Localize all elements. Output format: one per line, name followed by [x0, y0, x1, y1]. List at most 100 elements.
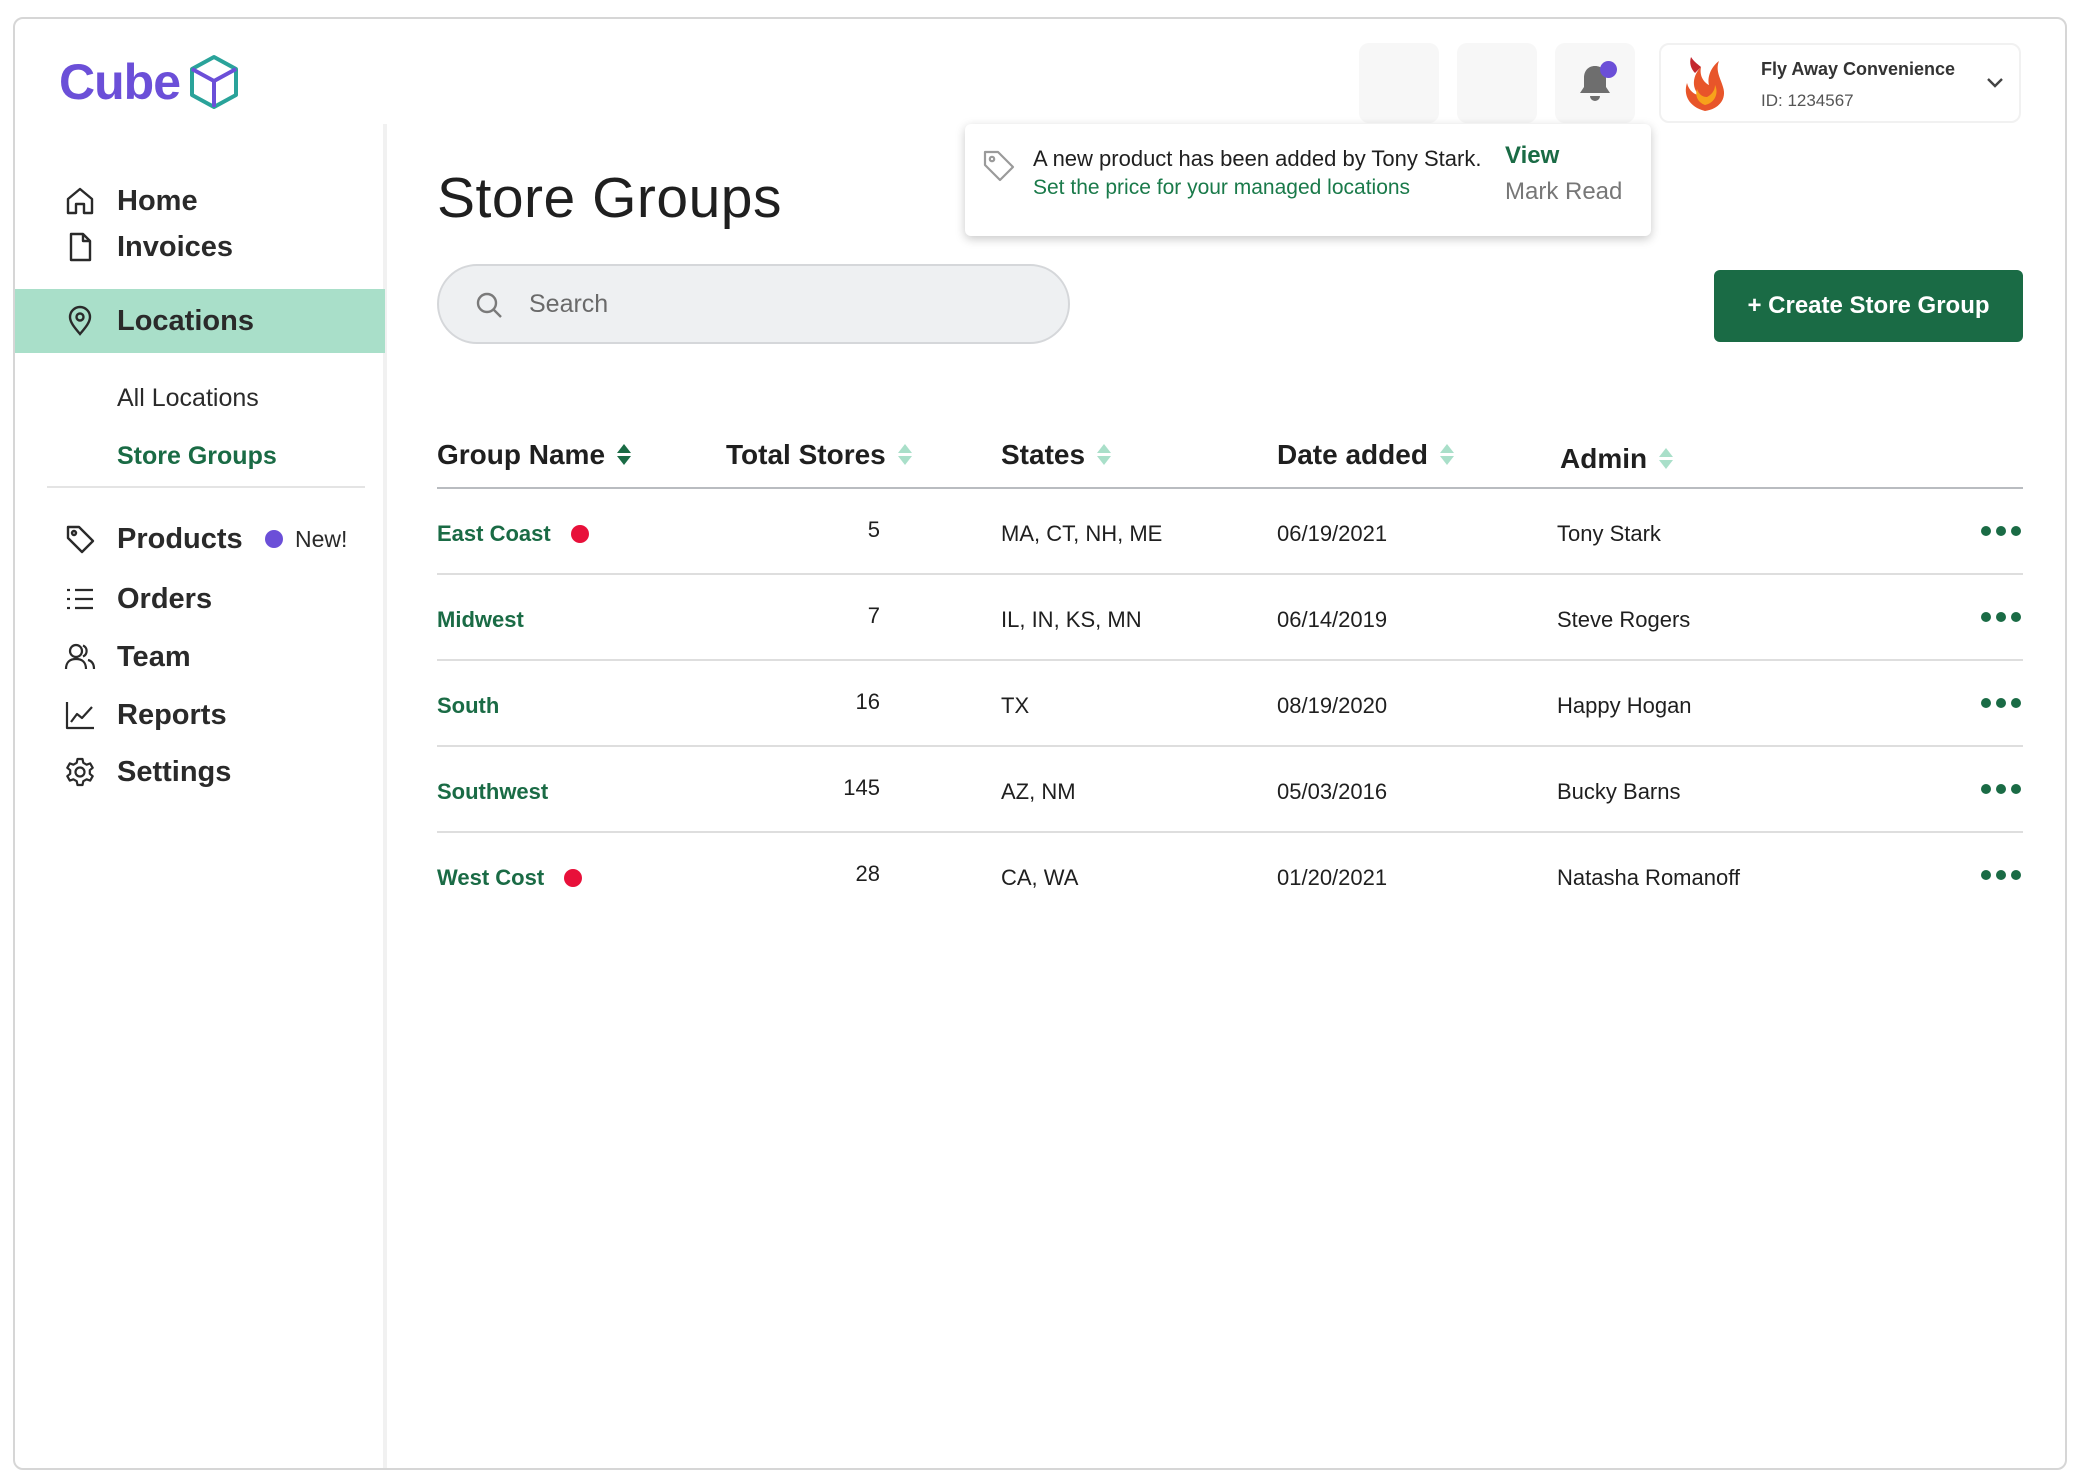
group-name-link[interactable]: West Cost	[437, 865, 544, 891]
more-options-icon[interactable]	[1981, 519, 2023, 543]
more-options-icon[interactable]	[1981, 691, 2023, 715]
flag-dot	[570, 525, 589, 543]
sidebar-item-invoices[interactable]: Invoices	[15, 215, 385, 279]
page-title: Store Groups	[437, 166, 782, 230]
table-row[interactable]: Midwest 7 IL, IN, KS, MN 06/14/2019 Stev…	[437, 575, 2023, 661]
notification-mark-read-link[interactable]: Mark Read	[1505, 178, 1622, 206]
sidebar-item-label: Home	[117, 184, 198, 217]
group-name-link[interactable]: Southwest	[437, 779, 548, 805]
admin-cell: Tony Stark	[1557, 521, 1661, 546]
sidebar-item-label: Products	[117, 522, 243, 555]
new-badge: New!	[265, 526, 347, 553]
sidebar-item-settings[interactable]: Settings	[15, 740, 385, 804]
sidebar-item-label: Team	[117, 640, 191, 673]
sidebar-item-team[interactable]: Team	[15, 625, 385, 689]
date-added-cell: 08/19/2020	[1277, 693, 1388, 718]
column-header-label: Admin	[1560, 443, 1648, 474]
document-icon	[63, 230, 97, 264]
states-cell: AZ, NM	[1001, 779, 1076, 804]
table-row[interactable]: South 16 TX 08/19/2020 Happy Hogan	[437, 661, 2023, 747]
notification-view-link[interactable]: View	[1505, 142, 1559, 170]
column-header-label: States	[1001, 439, 1086, 470]
map-pin-icon	[63, 304, 97, 338]
sort-icon	[897, 444, 912, 466]
states-cell: IL, IN, KS, MN	[1001, 607, 1142, 632]
gear-icon	[63, 755, 97, 789]
table-row[interactable]: West Cost 28 CA, WA 01/20/2021 Natasha R…	[437, 833, 2023, 919]
date-added-cell: 05/03/2016	[1277, 779, 1388, 804]
list-icon	[63, 582, 97, 616]
group-name-cell[interactable]: Southwest	[437, 779, 548, 805]
sort-icon	[1439, 444, 1454, 466]
admin-cell: Bucky Barns	[1557, 779, 1681, 804]
sidebar-item-products[interactable]: Products New!	[15, 507, 385, 571]
column-header-states[interactable]: States	[1001, 439, 1112, 471]
sidebar-item-orders[interactable]: Orders	[15, 567, 385, 631]
sidebar-item-label: Invoices	[117, 230, 234, 263]
group-name-link[interactable]: Midwest	[437, 607, 524, 633]
column-header-total-stores[interactable]: Total Stores	[726, 439, 912, 471]
group-name-cell[interactable]: South	[437, 693, 499, 719]
admin-cell: Natasha Romanoff	[1557, 865, 1741, 890]
states-cell: TX	[1001, 693, 1030, 718]
column-header-admin[interactable]: Admin	[1560, 443, 1674, 475]
logo[interactable]: Cube	[59, 53, 240, 111]
column-header-label: Total Stores	[726, 439, 886, 470]
group-name-cell[interactable]: East Coast	[437, 521, 589, 547]
more-options-icon[interactable]	[1981, 605, 2023, 629]
users-icon	[63, 640, 97, 674]
group-name-cell[interactable]: Midwest	[437, 607, 524, 633]
more-options-icon[interactable]	[1981, 777, 2023, 801]
group-name-link[interactable]: South	[437, 693, 499, 719]
column-header-label: Date added	[1277, 439, 1428, 470]
admin-cell: Happy Hogan	[1557, 693, 1692, 718]
total-stores-cell: 5	[867, 517, 880, 542]
home-icon	[63, 184, 97, 218]
account-name: Fly Away Convenience	[1761, 59, 1956, 79]
logo-text: Cube	[59, 54, 181, 110]
create-store-group-button[interactable]: + Create Store Group	[1714, 270, 2023, 342]
total-stores-cell: 16	[855, 689, 880, 714]
sidebar-item-label: Orders	[117, 582, 213, 615]
column-header-group-name[interactable]: Group Name	[437, 439, 632, 471]
sidebar-item-reports[interactable]: Reports	[15, 683, 385, 747]
toolbar-button-2[interactable]	[1457, 43, 1537, 123]
tag-icon	[63, 522, 97, 556]
search-icon	[476, 292, 502, 318]
table-row[interactable]: Southwest 145 AZ, NM 05/03/2016 Bucky Ba…	[437, 747, 2023, 833]
notification-popup: A new product has been added by Tony Sta…	[965, 124, 1651, 236]
cube-icon	[190, 55, 238, 109]
states-cell: MA, CT, NH, ME	[1001, 521, 1163, 546]
notifications-button[interactable]	[1555, 43, 1635, 123]
sort-icon	[1097, 444, 1112, 466]
sidebar-divider	[47, 486, 365, 488]
date-added-cell: 06/14/2019	[1277, 607, 1388, 632]
new-dot	[265, 530, 283, 548]
states-cell: CA, WA	[1001, 865, 1079, 890]
notification-sub-message: Set the price for your managed locations	[1033, 176, 1411, 199]
date-added-cell: 01/20/2021	[1277, 865, 1388, 890]
toolbar-button-1[interactable]	[1359, 43, 1439, 123]
sidebar-item-label: Settings	[117, 755, 232, 788]
column-header-date-added[interactable]: Date added	[1277, 439, 1454, 471]
column-header-label: Group Name	[437, 439, 606, 470]
group-name-cell[interactable]: West Cost	[437, 865, 583, 891]
total-stores-cell: 145	[843, 775, 880, 800]
sidebar-item-locations[interactable]: Locations	[15, 289, 385, 353]
tag-icon	[983, 150, 1015, 182]
sidebar-subitem-all-locations[interactable]: All Locations	[117, 384, 259, 413]
phoenix-logo-avatar	[1685, 57, 1725, 111]
sidebar: Home Invoices Locations All Locations St…	[15, 124, 387, 1468]
chevron-down-icon	[1987, 78, 2003, 88]
account-switcher[interactable]: Fly Away Convenience ID: 1234567	[1659, 43, 2021, 123]
group-name-link[interactable]: East Coast	[437, 521, 551, 547]
search-input[interactable]	[529, 284, 1029, 324]
notification-indicator	[1600, 61, 1617, 78]
new-badge-label: New!	[295, 525, 348, 552]
total-stores-cell: 28	[855, 861, 880, 886]
more-options-icon[interactable]	[1981, 863, 2023, 887]
table-row[interactable]: East Coast 5 MA, CT, NH, ME 06/19/2021 T…	[437, 489, 2023, 575]
sidebar-subitem-store-groups[interactable]: Store Groups	[117, 442, 277, 471]
admin-cell: Steve Rogers	[1557, 607, 1691, 632]
app-window: Cube Home Invoices Locations All Locatio…	[13, 17, 2067, 1470]
